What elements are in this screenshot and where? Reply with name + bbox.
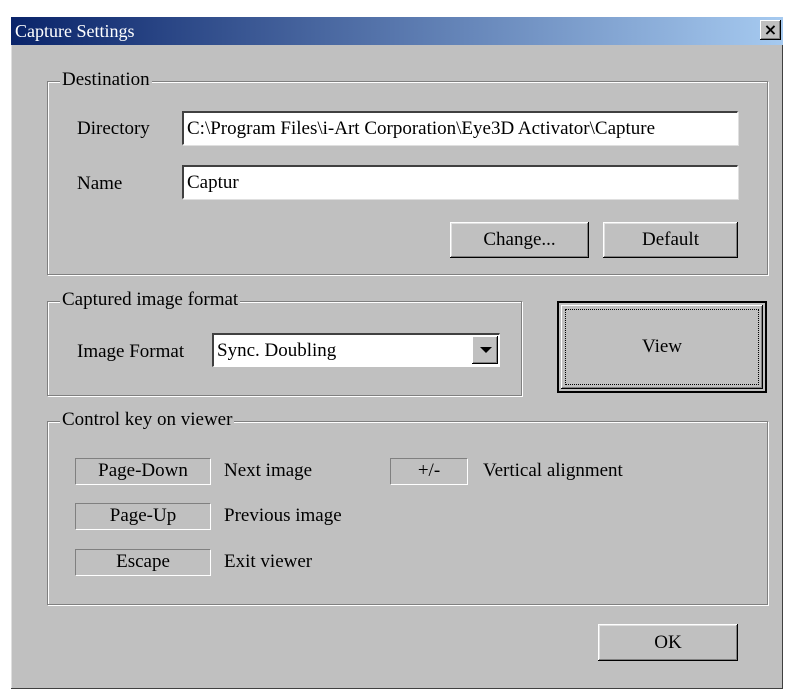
image-format-legend: Captured image format: [60, 289, 241, 310]
name-label: Name: [77, 173, 123, 194]
action-next-image: Next image: [224, 460, 313, 481]
view-button[interactable]: View: [557, 301, 767, 393]
directory-label: Directory: [77, 118, 150, 139]
image-format-value: Sync. Doubling: [217, 340, 337, 361]
chevron-down-icon[interactable]: [472, 336, 498, 364]
key-page-up: Page-Up: [75, 503, 211, 530]
image-format-label: Image Format: [77, 341, 185, 362]
view-button-label: View: [641, 336, 682, 357]
key-plus-minus: +/-: [390, 458, 468, 485]
title-bar[interactable]: Capture Settings: [11, 17, 783, 45]
change-button[interactable]: Change...: [450, 222, 589, 258]
window-title: Capture Settings: [15, 21, 135, 41]
ok-button[interactable]: OK: [598, 624, 738, 661]
key-page-down: Page-Down: [75, 458, 211, 485]
directory-field[interactable]: C:\Program Files\i-Art Corporation\Eye3D…: [182, 111, 738, 145]
name-field[interactable]: Captur: [182, 165, 738, 199]
destination-legend: Destination: [60, 69, 152, 90]
control-keys-legend: Control key on viewer: [60, 409, 235, 430]
action-previous-image: Previous image: [224, 505, 342, 526]
key-escape: Escape: [75, 549, 211, 576]
close-icon: ×: [763, 20, 778, 39]
close-button[interactable]: ×: [760, 20, 781, 40]
image-format-select[interactable]: Sync. Doubling: [212, 333, 500, 367]
action-exit-viewer: Exit viewer: [224, 551, 313, 572]
action-vertical-alignment: Vertical alignment: [483, 460, 623, 481]
default-button[interactable]: Default: [603, 222, 738, 258]
